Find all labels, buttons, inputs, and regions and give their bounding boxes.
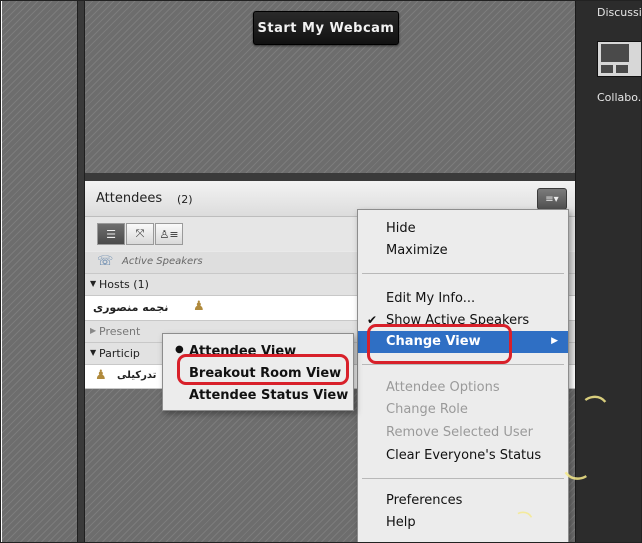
pod-options-menu: Hide Maximize Edit My Info... ✔ Show Act… [357,209,569,542]
list-view-button[interactable]: ☰ [97,223,125,245]
submenu-arrow-icon: ▶ [551,336,558,346]
status-view-button[interactable]: ♙≡ [155,223,183,245]
phone-icon: ☏ [97,254,114,269]
right-panel: Discussi Collabo. [575,1,641,542]
start-webcam-button[interactable]: Start My Webcam [253,11,399,45]
menu-separator [362,273,564,274]
menu-item-hide[interactable]: Hide [358,218,568,240]
participant-user-name: تدرکیلی [117,370,157,381]
app-window: Start My Webcam Attendees (2) ≡▾ ☰ ⤧ ♙≡ … [0,0,642,543]
pod-menu-icon: ≡▾ [545,193,559,205]
submenu-item-label: Attendee Status View [189,388,349,403]
menu-item-label: Clear Everyone's Status [386,448,542,463]
menu-item-clear-everyones-status[interactable]: Clear Everyone's Status [358,445,568,467]
menu-item-label: Edit My Info... [386,291,476,306]
stage-divider [77,1,85,542]
attendees-title: Attendees [96,191,163,206]
menu-item-label: Remove Selected User [386,425,534,440]
thumb-small-pod [616,65,628,73]
annotation-ring-breakout-room-view [177,354,349,385]
breakout-view-button[interactable]: ⤧ [126,223,154,245]
menu-item-edit-my-info[interactable]: Edit My Info... [358,288,568,310]
list-view-icon: ☰ [106,227,116,241]
pod-gap [85,173,575,181]
expand-arrow-icon: ▼ [90,348,97,357]
breakout-view-icon: ⤧ [135,227,145,240]
expand-arrow-icon: ▼ [90,279,97,288]
menu-separator [362,364,564,365]
host-user-name: نجمه منصوری [93,301,169,314]
participants-label: Particip [99,347,140,360]
menu-item-change-role: Change Role [358,399,568,421]
menu-item-label: Hide [386,221,416,236]
menu-item-attendee-options: Attendee Options [358,377,568,399]
submenu-item-attendee-status-view[interactable]: Attendee Status View [163,385,353,407]
menu-item-preferences[interactable]: Preferences [358,490,568,512]
collapse-arrow-icon: ▶ [90,326,97,335]
menu-item-label: Help [386,515,416,530]
collaboration-layout-label[interactable]: Collabo. [597,91,641,104]
pod-options-button[interactable]: ≡▾ [537,188,567,210]
video-pod: Start My Webcam [85,1,575,173]
active-speakers-label: Active Speakers [122,256,203,267]
menu-item-maximize[interactable]: Maximize [358,240,568,262]
user-icon: ♟ [193,299,205,314]
menu-separator [362,478,564,479]
selected-bullet-icon: ● [175,344,184,355]
menu-item-label: Preferences [386,493,463,508]
menu-item-label: Change Role [386,402,468,417]
user-icon: ♟ [95,368,107,383]
discussion-layout-label[interactable]: Discussi [597,6,641,19]
thumb-main-pod [601,44,629,62]
annotation-ring-change-view [367,324,512,364]
attendees-count: (2) [177,193,193,206]
presenters-label: Present [99,325,141,338]
menu-item-remove-selected-user: Remove Selected User [358,422,568,444]
left-stage-area [2,1,77,542]
hosts-label: Hosts (1) [99,278,149,291]
menu-item-label: Maximize [386,243,448,258]
thumb-small-pod [601,65,613,73]
collaboration-layout-thumbnail[interactable] [597,41,641,77]
status-view-icon: ♙≡ [159,227,179,241]
menu-item-label: Attendee Options [386,380,500,395]
